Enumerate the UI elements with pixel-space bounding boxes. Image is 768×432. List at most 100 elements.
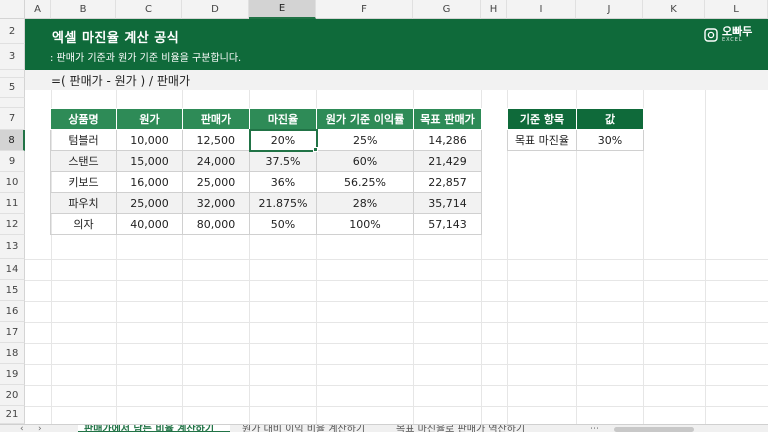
formula-text: =( 판매가 - 원가 ) / 판매가 — [51, 74, 190, 88]
header-target-price[interactable]: 목표 판매가 — [413, 108, 482, 130]
next-sheet-icon[interactable]: › — [38, 425, 42, 432]
cell-cost[interactable]: 15,000 — [116, 150, 183, 172]
col-header-d[interactable]: D — [182, 0, 249, 19]
cell-markup[interactable]: 56.25% — [316, 171, 414, 193]
brand-logo: 오빠두 EXCEL — [704, 26, 752, 43]
row-header-6[interactable] — [0, 98, 25, 108]
row-header-10[interactable]: 10 — [0, 172, 25, 193]
table-row: 텀블러 10,000 12,500 20% 25% 14,286 — [50, 128, 482, 152]
col-header-l[interactable]: L — [705, 0, 768, 19]
cell-markup[interactable]: 25% — [316, 129, 414, 151]
cell-markup[interactable]: 60% — [316, 150, 414, 172]
table-row: 키보드 16,000 25,000 36% 56.25% 22,857 — [50, 171, 482, 193]
row-header-18[interactable]: 18 — [0, 343, 25, 364]
cell-price[interactable]: 25,000 — [182, 171, 250, 193]
fill-handle[interactable] — [313, 147, 318, 152]
row-header-21[interactable]: 21 — [0, 406, 25, 424]
row-header-17[interactable]: 17 — [0, 322, 25, 343]
cell-markup[interactable]: 28% — [316, 192, 414, 214]
prev-sheet-icon[interactable]: ‹ — [20, 425, 24, 432]
cell-price[interactable]: 24,000 — [182, 150, 250, 172]
cell-product[interactable]: 키보드 — [50, 171, 117, 193]
row-header-2[interactable]: 2 — [0, 19, 25, 44]
row-header-8[interactable]: 8 — [0, 130, 25, 151]
row-header-12[interactable]: 12 — [0, 214, 25, 235]
header-margin[interactable]: 마진율 — [249, 108, 317, 130]
row-header-5[interactable]: 5 — [0, 78, 25, 98]
row-header-20[interactable]: 20 — [0, 385, 25, 406]
col-header-j[interactable]: J — [576, 0, 643, 19]
cell-target-price[interactable]: 22,857 — [413, 171, 482, 193]
cell-margin[interactable]: 36% — [249, 171, 317, 193]
cell-cost[interactable]: 10,000 — [116, 129, 183, 151]
row-header-3[interactable]: 3 — [0, 44, 25, 70]
criteria-item[interactable]: 목표 마진율 — [507, 129, 577, 151]
page-subtitle: : 판매가 기준과 원가 기준 비율을 구분합니다. — [50, 53, 242, 64]
table-row: 파우치 25,000 32,000 21.875% 28% 35,714 — [50, 192, 482, 214]
cell-product[interactable]: 의자 — [50, 213, 117, 235]
row-header-7[interactable]: 7 — [0, 108, 25, 130]
cell-cost[interactable]: 16,000 — [116, 171, 183, 193]
table-row: 스탠드 15,000 24,000 37.5% 60% 21,429 — [50, 150, 482, 172]
row-header-16[interactable]: 16 — [0, 301, 25, 322]
cell-cost[interactable]: 25,000 — [116, 192, 183, 214]
header-cost[interactable]: 원가 — [116, 108, 183, 130]
row-header-11[interactable]: 11 — [0, 193, 25, 214]
cell-price[interactable]: 12,500 — [182, 129, 250, 151]
row-header-13[interactable]: 13 — [0, 235, 25, 259]
cell-target-price[interactable]: 57,143 — [413, 213, 482, 235]
cell-target-price[interactable]: 21,429 — [413, 150, 482, 172]
cell-target-price[interactable]: 14,286 — [413, 129, 482, 151]
header-product[interactable]: 상품명 — [50, 108, 117, 130]
cell-product[interactable]: 텀블러 — [50, 129, 117, 151]
table-row: 의자 40,000 80,000 50% 100% 57,143 — [50, 213, 482, 235]
cell-margin-selected[interactable]: 20% — [248, 128, 318, 152]
col-header-a[interactable]: A — [25, 0, 51, 19]
spreadsheet-grid: A B C D E F G H I J K L 2 3 5 7 8 9 10 1… — [0, 0, 768, 432]
col-header-e[interactable]: E — [249, 0, 316, 19]
criteria-value[interactable]: 30% — [576, 129, 644, 151]
cell-target-price[interactable]: 35,714 — [413, 192, 482, 214]
row-header-9[interactable]: 9 — [0, 151, 25, 172]
cell-markup[interactable]: 100% — [316, 213, 414, 235]
row-header-14[interactable]: 14 — [0, 259, 25, 280]
row-header-15[interactable]: 15 — [0, 280, 25, 301]
criteria-header-value[interactable]: 값 — [576, 108, 644, 130]
margin-table: 상품명 원가 판매가 마진율 원가 기준 이익률 목표 판매가 텀블러 10,0… — [50, 108, 482, 235]
title-banner: 엑셀 마진율 계산 공식 : 판매가 기준과 원가 기준 비율을 구분합니다. … — [25, 19, 768, 70]
criteria-header-item[interactable]: 기준 항목 — [507, 108, 577, 130]
select-all-corner[interactable] — [0, 0, 25, 19]
sheet-tab-2[interactable]: 원가 대비 이익 비율 계산하기 — [236, 425, 386, 432]
header-markup[interactable]: 원가 기준 이익률 — [316, 108, 414, 130]
col-header-h[interactable]: H — [481, 0, 507, 19]
more-sheets-icon[interactable]: ⋯ — [590, 425, 599, 432]
col-header-c[interactable]: C — [116, 0, 182, 19]
cell-price[interactable]: 32,000 — [182, 192, 250, 214]
criteria-header-row: 기준 항목 값 — [507, 108, 644, 130]
cell-product[interactable]: 파우치 — [50, 192, 117, 214]
page-title: 엑셀 마진율 계산 공식 — [52, 31, 180, 46]
cell-margin[interactable]: 50% — [249, 213, 317, 235]
criteria-table: 기준 항목 값 목표 마진율 30% — [507, 108, 644, 151]
logo-icon — [704, 27, 718, 42]
row-header-19[interactable]: 19 — [0, 364, 25, 385]
header-price[interactable]: 판매가 — [182, 108, 250, 130]
cell-margin[interactable]: 37.5% — [249, 150, 317, 172]
col-header-f[interactable]: F — [316, 0, 413, 19]
col-header-g[interactable]: G — [413, 0, 481, 19]
cell-margin[interactable]: 21.875% — [249, 192, 317, 214]
cell-cost[interactable]: 40,000 — [116, 213, 183, 235]
logo-subtext: EXCEL — [722, 37, 743, 43]
table-header-row: 상품명 원가 판매가 마진율 원가 기준 이익률 목표 판매가 — [50, 108, 482, 130]
sheet-tab-3[interactable]: 목표 마진율로 판매가 역산하기 — [390, 425, 560, 432]
cell-price[interactable]: 80,000 — [182, 213, 250, 235]
sheet-tab-1[interactable]: 판매가에서 남는 비율 계산하기 — [78, 425, 230, 432]
col-header-i[interactable]: I — [507, 0, 576, 19]
criteria-row: 목표 마진율 30% — [507, 129, 644, 151]
logo-text: 오빠두 — [722, 25, 753, 38]
row-header-4[interactable] — [0, 70, 25, 78]
col-header-b[interactable]: B — [51, 0, 116, 19]
col-header-k[interactable]: K — [643, 0, 705, 19]
cell-product[interactable]: 스탠드 — [50, 150, 117, 172]
horizontal-scrollbar[interactable] — [614, 427, 694, 432]
